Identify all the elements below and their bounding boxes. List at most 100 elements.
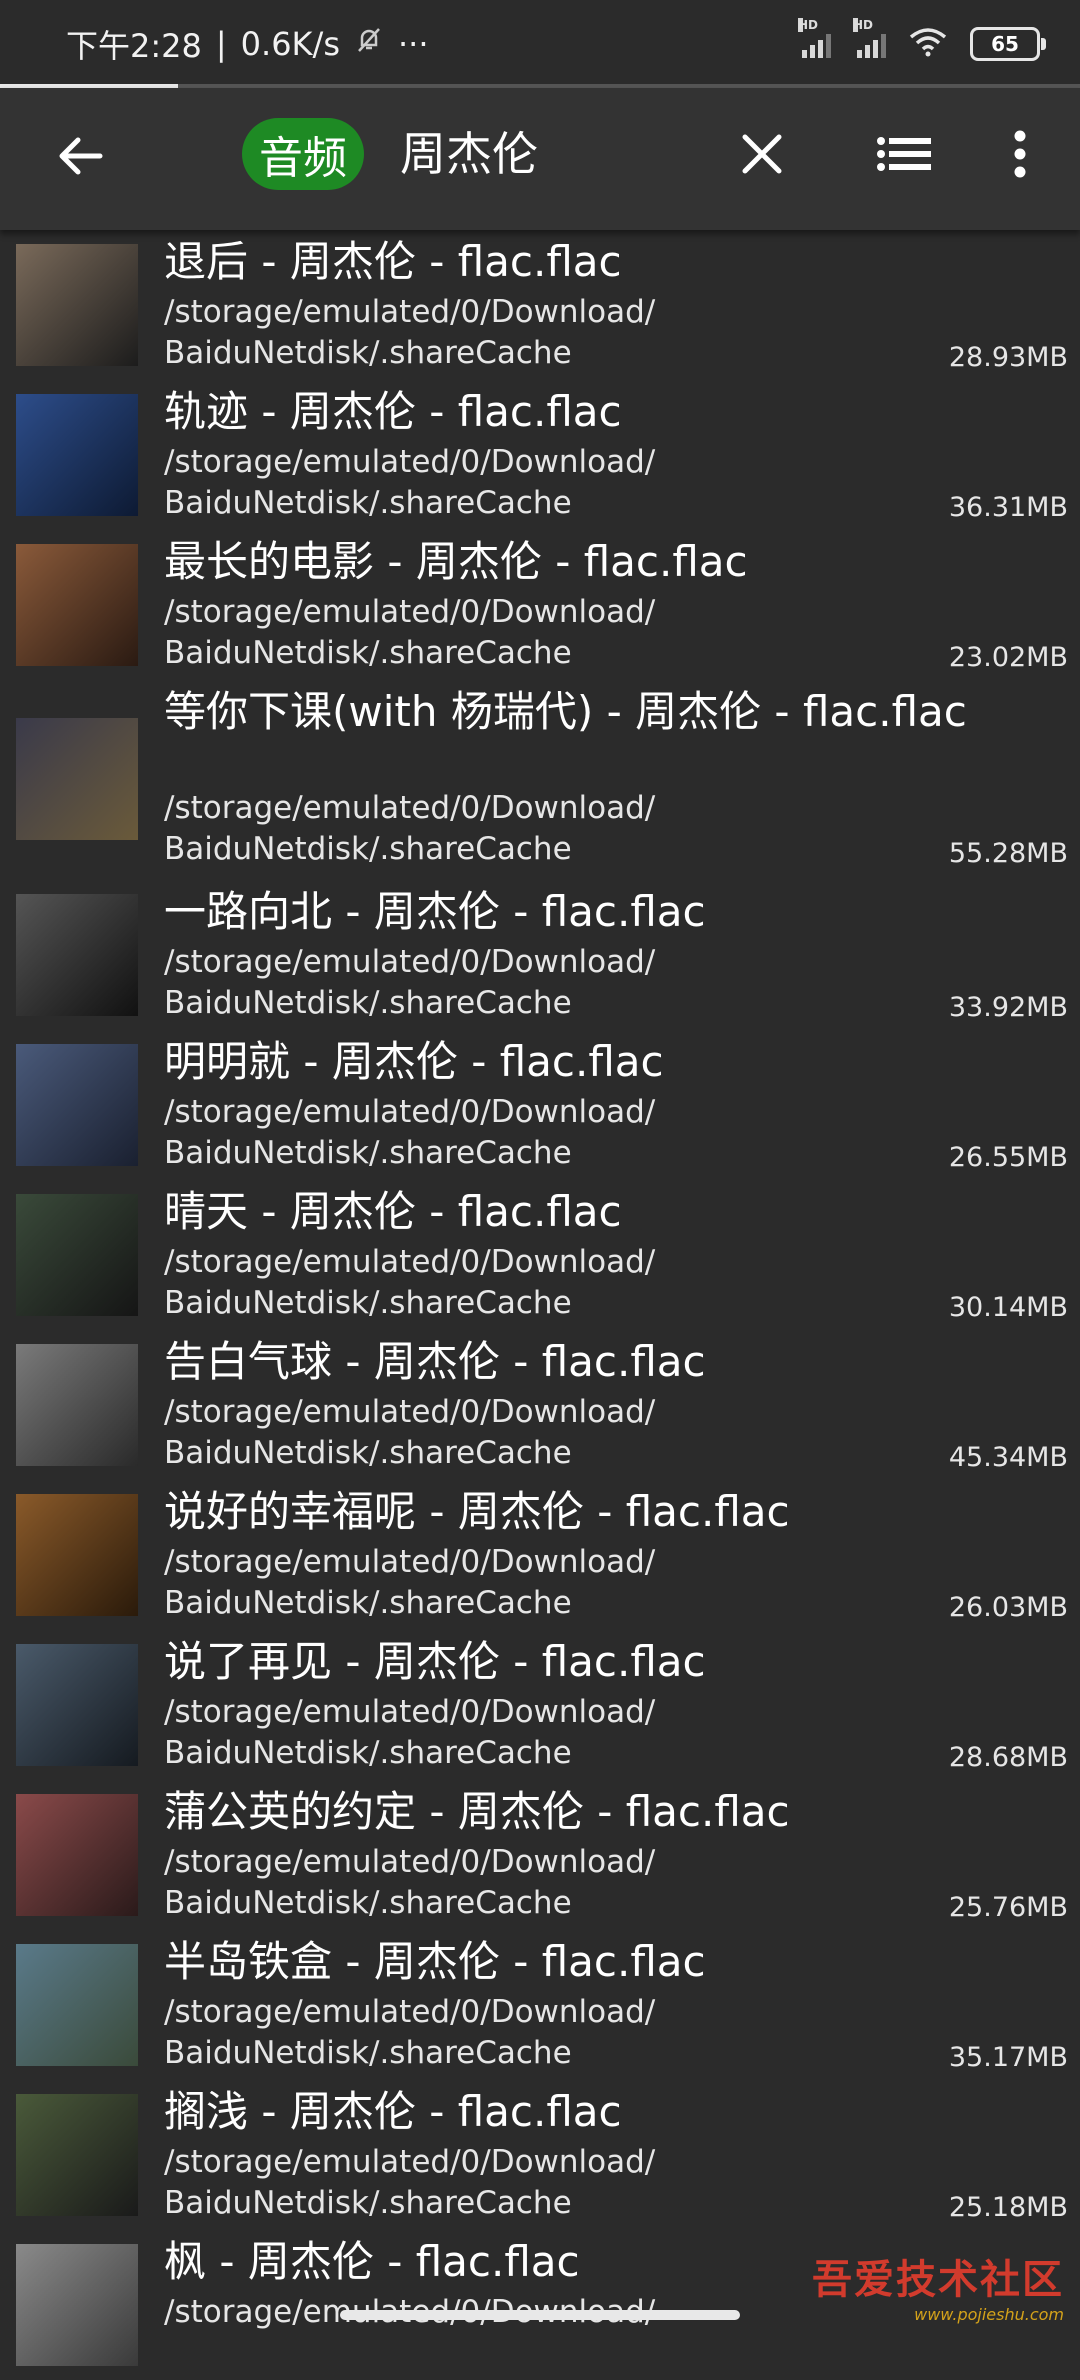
- album-art-thumbnail: [16, 1944, 138, 2066]
- album-art-thumbnail: [16, 2244, 138, 2366]
- wifi-icon: [908, 27, 948, 61]
- file-list-item[interactable]: 说好的幸福呢 - 周杰伦 - flac.flac/storage/emulate…: [0, 1480, 1080, 1630]
- file-size: 23.02MB: [948, 642, 1068, 673]
- list-view-icon: [877, 136, 931, 176]
- file-title: 晴天 - 周杰伦 - flac.flac: [164, 1187, 622, 1236]
- file-path-line2: BaiduNetdisk/.shareCache: [164, 1135, 572, 1171]
- watermark-url: www.pojieshu.com: [914, 2305, 1064, 2324]
- file-title: 明明就 - 周杰伦 - flac.flac: [164, 1037, 664, 1086]
- file-size: 28.68MB: [948, 1742, 1068, 1773]
- file-list-item[interactable]: 晴天 - 周杰伦 - flac.flac/storage/emulated/0/…: [0, 1180, 1080, 1330]
- file-path-line1: /storage/emulated/0/Download/: [164, 1244, 656, 1280]
- file-list[interactable]: 退后 - 周杰伦 - flac.flac/storage/emulated/0/…: [0, 230, 1080, 2380]
- file-title: 一路向北 - 周杰伦 - flac.flac: [164, 887, 706, 936]
- file-title: 半岛铁盒 - 周杰伦 - flac.flac: [164, 1937, 706, 1986]
- file-size: 33.92MB: [948, 992, 1068, 1023]
- close-icon: [740, 132, 784, 180]
- file-path-line2: BaiduNetdisk/.shareCache: [164, 985, 572, 1021]
- file-path-line2: BaiduNetdisk/.shareCache: [164, 831, 572, 867]
- file-path-line1: /storage/emulated/0/Download/: [164, 1844, 656, 1880]
- album-art-thumbnail: [16, 244, 138, 366]
- file-title: 轨迹 - 周杰伦 - flac.flac: [164, 387, 622, 436]
- battery-level: 65: [991, 32, 1019, 56]
- file-title: 等你下课(with 杨瑞代) - 周杰伦 - flac.flac: [164, 687, 967, 736]
- file-size: 25.76MB: [948, 1892, 1068, 1923]
- album-art-thumbnail: [16, 544, 138, 666]
- app-bar: 音频 周杰伦: [0, 88, 1080, 230]
- file-path-line2: BaiduNetdisk/.shareCache: [164, 2035, 572, 2071]
- file-list-item[interactable]: 说了再见 - 周杰伦 - flac.flac/storage/emulated/…: [0, 1630, 1080, 1780]
- file-path-line1: /storage/emulated/0/Download/: [164, 594, 656, 630]
- album-art-thumbnail: [16, 1494, 138, 1616]
- arrow-left-icon: [54, 130, 106, 186]
- status-more-dots: ···: [397, 25, 429, 63]
- more-vertical-icon: [1013, 130, 1027, 182]
- file-path-line1: /storage/emulated/0/Download/: [164, 790, 656, 826]
- file-path-line2: BaiduNetdisk/.shareCache: [164, 1735, 572, 1771]
- file-path-line2: BaiduNetdisk/.shareCache: [164, 635, 572, 671]
- file-list-item[interactable]: 蒲公英的约定 - 周杰伦 - flac.flac/storage/emulate…: [0, 1780, 1080, 1930]
- album-art-thumbnail: [16, 718, 138, 840]
- file-path-line1: /storage/emulated/0/Download/: [164, 1994, 656, 2030]
- file-path-line1: /storage/emulated/0/Download/: [164, 1094, 656, 1130]
- file-list-item[interactable]: 轨迹 - 周杰伦 - flac.flac/storage/emulated/0/…: [0, 380, 1080, 530]
- file-path-line2: BaiduNetdisk/.shareCache: [164, 485, 572, 521]
- file-size: 36.31MB: [948, 492, 1068, 523]
- clear-search-button[interactable]: [722, 116, 802, 196]
- search-query[interactable]: 周杰伦: [400, 116, 538, 192]
- album-art-thumbnail: [16, 1794, 138, 1916]
- signal-icon: HD: [853, 18, 886, 58]
- status-net-speed: 0.6K/s: [240, 25, 340, 63]
- file-size: 30.14MB: [948, 1292, 1068, 1323]
- battery-icon: 65: [970, 27, 1046, 61]
- mute-bell-icon: [354, 25, 384, 63]
- album-art-thumbnail: [16, 394, 138, 516]
- file-title: 蒲公英的约定 - 周杰伦 - flac.flac: [164, 1787, 790, 1836]
- filter-chip-audio[interactable]: 音频: [242, 118, 364, 190]
- file-size: 28.93MB: [948, 342, 1068, 373]
- status-right: HD HD 65: [798, 18, 1046, 61]
- file-list-item[interactable]: 等你下课(with 杨瑞代) - 周杰伦 - flac.flac/storage…: [0, 680, 1080, 880]
- file-list-item[interactable]: 搁浅 - 周杰伦 - flac.flac/storage/emulated/0/…: [0, 2080, 1080, 2230]
- signal-hd-label: HD: [853, 18, 874, 32]
- file-path-line1: /storage/emulated/0/Download/: [164, 944, 656, 980]
- file-path-line1: /storage/emulated/0/Download/: [164, 444, 656, 480]
- file-title: 说了再见 - 周杰伦 - flac.flac: [164, 1637, 706, 1686]
- album-art-thumbnail: [16, 1044, 138, 1166]
- more-options-button[interactable]: [980, 116, 1060, 196]
- file-list-item[interactable]: 一路向北 - 周杰伦 - flac.flac/storage/emulated/…: [0, 880, 1080, 1030]
- file-path-line2: BaiduNetdisk/.shareCache: [164, 2185, 572, 2221]
- list-view-button[interactable]: [864, 116, 944, 196]
- file-list-item[interactable]: 最长的电影 - 周杰伦 - flac.flac/storage/emulated…: [0, 530, 1080, 680]
- album-art-thumbnail: [16, 894, 138, 1016]
- file-size: 26.55MB: [948, 1142, 1068, 1173]
- file-title: 告白气球 - 周杰伦 - flac.flac: [164, 1337, 706, 1386]
- file-size: 55.28MB: [948, 838, 1068, 869]
- file-size: 45.34MB: [948, 1442, 1068, 1473]
- signal-hd-label: HD: [798, 18, 819, 32]
- file-path-line2: BaiduNetdisk/.shareCache: [164, 1585, 572, 1621]
- album-art-thumbnail: [16, 2094, 138, 2216]
- status-left: 下午2:28 | 0.6K/s ···: [66, 21, 429, 67]
- file-list-item[interactable]: 退后 - 周杰伦 - flac.flac/storage/emulated/0/…: [0, 230, 1080, 380]
- file-path-line1: /storage/emulated/0/Download/: [164, 2144, 656, 2180]
- file-path-line2: BaiduNetdisk/.shareCache: [164, 1285, 572, 1321]
- file-size: 26.03MB: [948, 1592, 1068, 1623]
- album-art-thumbnail: [16, 1194, 138, 1316]
- file-title: 说好的幸福呢 - 周杰伦 - flac.flac: [164, 1487, 790, 1536]
- file-path-line2: BaiduNetdisk/.shareCache: [164, 335, 572, 371]
- file-path-line1: /storage/emulated/0/Download/: [164, 1544, 656, 1580]
- file-path-line2: BaiduNetdisk/.shareCache: [164, 1435, 572, 1471]
- status-separator: |: [215, 25, 227, 63]
- gesture-nav-bar[interactable]: [340, 2310, 740, 2320]
- back-button[interactable]: [40, 118, 120, 198]
- file-list-item[interactable]: 告白气球 - 周杰伦 - flac.flac/storage/emulated/…: [0, 1330, 1080, 1480]
- file-path-line1: /storage/emulated/0/Download/: [164, 294, 656, 330]
- file-size: 25.18MB: [948, 2192, 1068, 2223]
- file-path-line1: /storage/emulated/0/Download/: [164, 1694, 656, 1730]
- album-art-thumbnail: [16, 1644, 138, 1766]
- status-bar: 下午2:28 | 0.6K/s ··· HD HD 65: [0, 0, 1080, 88]
- file-list-item[interactable]: 明明就 - 周杰伦 - flac.flac/storage/emulated/0…: [0, 1030, 1080, 1180]
- file-list-item[interactable]: 半岛铁盒 - 周杰伦 - flac.flac/storage/emulated/…: [0, 1930, 1080, 2080]
- watermark: 吾爱技术社区 www.pojieshu.com: [812, 2247, 1064, 2324]
